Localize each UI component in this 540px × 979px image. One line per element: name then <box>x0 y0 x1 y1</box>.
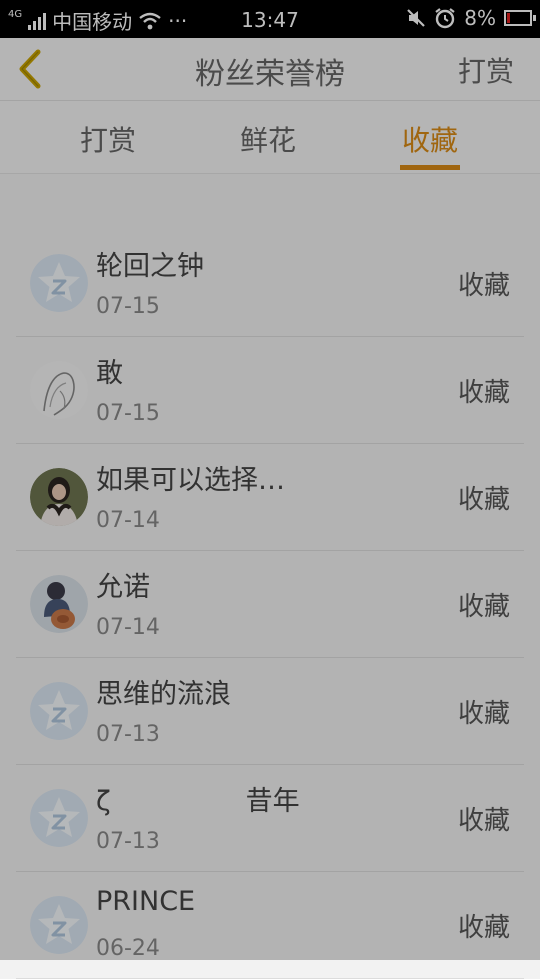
active-tab-indicator <box>400 165 461 170</box>
list-item[interactable]: ζ 昔年 07-13 收藏 <box>16 765 524 872</box>
battery-icon <box>504 10 536 26</box>
fan-date: 07-13 <box>96 829 160 854</box>
avatar <box>30 682 88 740</box>
mute-icon <box>407 9 426 27</box>
battery-percent: 8% <box>464 6 496 30</box>
tab-reward[interactable]: 打赏 <box>80 119 136 159</box>
tab-flowers[interactable]: 鲜花 <box>240 119 296 159</box>
tab-favorites[interactable]: 收藏 <box>400 119 461 170</box>
tab-label: 鲜花 <box>240 124 297 157</box>
fan-name: 轮回之钟 <box>96 251 204 282</box>
fan-name: 思维的流浪 <box>96 679 231 710</box>
avatar <box>30 468 88 526</box>
avatar <box>30 896 88 954</box>
fan-name: 敢 <box>96 358 123 389</box>
fan-date: 07-15 <box>96 294 160 319</box>
list-item[interactable]: 允诺 07-14 收藏 <box>16 551 524 658</box>
tab-label: 打赏 <box>80 124 137 157</box>
fan-date: 07-13 <box>96 722 160 747</box>
fan-name: ζ 昔年 <box>96 786 300 817</box>
avatar <box>30 789 88 847</box>
girl-photo <box>30 468 88 526</box>
default-star-icon <box>30 896 88 954</box>
fan-action: 收藏 <box>457 485 510 515</box>
alarm-icon <box>435 8 455 29</box>
avatar <box>30 361 88 419</box>
list-item[interactable]: 思维的流浪 07-13 收藏 <box>16 658 524 765</box>
fan-action: 收藏 <box>457 592 510 622</box>
fan-action: 收藏 <box>457 378 510 408</box>
fan-name: 允诺 <box>96 572 150 603</box>
fan-action: 收藏 <box>457 806 510 836</box>
avatar <box>30 575 88 633</box>
tab-bar: 打赏 鲜花 收藏 <box>0 101 540 174</box>
fan-name: PRINCE <box>96 886 196 917</box>
fan-date: 06-24 <box>96 936 160 961</box>
list-item[interactable]: 敢 07-15 收藏 <box>16 337 524 444</box>
sketch-photo <box>30 361 88 419</box>
top-bar: 粉丝荣誉榜 打赏 <box>0 38 540 101</box>
tab-label: 收藏 <box>402 124 459 157</box>
fan-date: 07-14 <box>96 615 160 640</box>
fan-list: 轮回之钟 07-15 收藏 敢 07-15 收藏 如果可以选择… 07-14 收… <box>16 230 524 979</box>
status-bar: 4G 中国移动 ··· 13:47 8% <box>0 0 540 38</box>
default-star-icon <box>30 789 88 847</box>
avatar <box>30 254 88 312</box>
list-item[interactable]: PRINCE 06-24 收藏 <box>16 872 524 979</box>
default-star-icon <box>30 682 88 740</box>
list-item[interactable]: 如果可以选择… 07-14 收藏 <box>16 444 524 551</box>
fan-date: 07-14 <box>96 508 160 533</box>
fan-name: 如果可以选择… <box>96 465 285 496</box>
reward-button[interactable]: 打赏 <box>458 50 514 90</box>
default-star-icon <box>30 254 88 312</box>
fan-action: 收藏 <box>457 913 510 943</box>
fan-date: 07-15 <box>96 401 160 426</box>
list-item[interactable]: 轮回之钟 07-15 收藏 <box>16 230 524 337</box>
fan-action: 收藏 <box>457 271 510 301</box>
girl-bag-photo <box>30 575 88 633</box>
fan-action: 收藏 <box>457 699 510 729</box>
